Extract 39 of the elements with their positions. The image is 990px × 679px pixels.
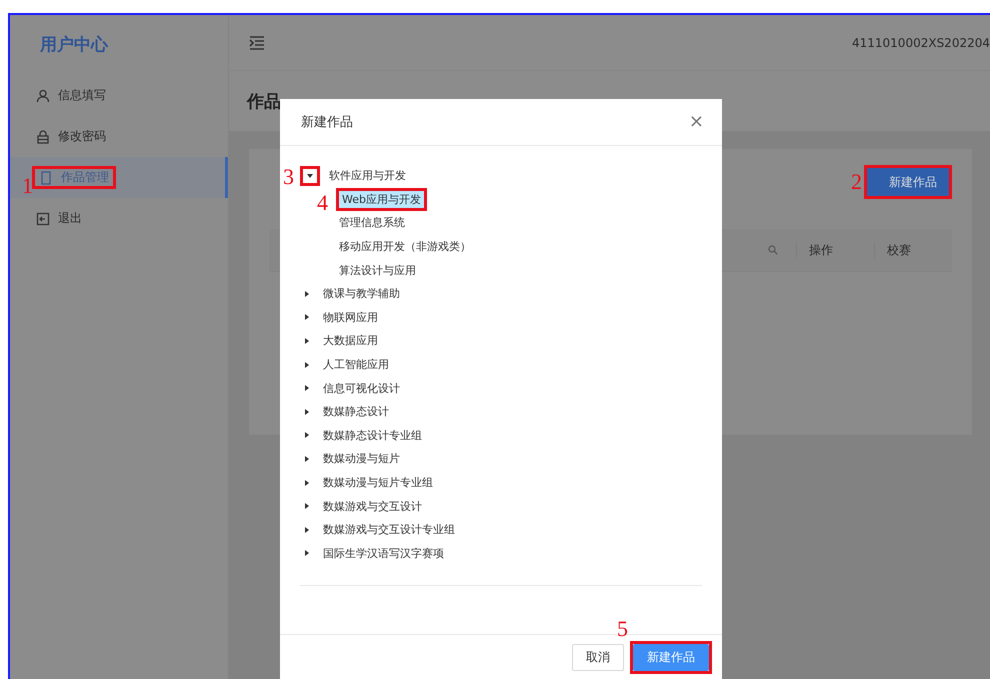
tree-item[interactable]: 移动应用开发（非游戏类）: [336, 238, 474, 256]
close-icon[interactable]: ×: [688, 113, 704, 131]
menu-item[interactable]: 信息填写: [32, 87, 110, 104]
tree-item[interactable]: 算法设计与应用: [336, 262, 419, 279]
tree-item[interactable]: 数媒游戏与交互设计: [320, 498, 425, 515]
tree-item[interactable]: 数媒游戏与交互设计专业组: [320, 521, 458, 538]
lock-icon: [36, 130, 50, 144]
annotation-number: 4: [317, 192, 328, 214]
tree-item[interactable]: 国际生学汉语写汉字赛项: [320, 544, 447, 562]
tree-item[interactable]: 大数据应用: [320, 332, 381, 350]
tree-item[interactable]: 数媒动漫与短片专业组: [320, 474, 436, 492]
column-header: 校赛: [874, 242, 952, 258]
tree-item[interactable]: 人工智能应用: [320, 356, 392, 374]
annotation-number: 5: [617, 618, 628, 640]
document-icon: [39, 170, 53, 184]
page-title: 作品: [247, 90, 281, 112]
tree-item[interactable]: 数媒静态设计: [320, 403, 392, 420]
cancel-button[interactable]: 取消: [572, 644, 624, 670]
tree-item[interactable]: 数媒动漫与短片: [320, 450, 403, 468]
menu-icon[interactable]: [249, 36, 265, 50]
app-title: 用户中心: [38, 34, 110, 57]
annotation-number: 2: [851, 171, 862, 193]
dialog-title: 新建作品: [301, 114, 353, 131]
tree-item[interactable]: 管理信息系统: [336, 214, 408, 232]
tree-item[interactable]: 微课与教学辅助: [320, 285, 403, 302]
person-icon: [36, 88, 50, 102]
tree-item[interactable]: 物联网应用: [320, 308, 381, 326]
user-id: 4111010002XS202204: [852, 36, 990, 50]
tree-item[interactable]: Web应用与开发: [339, 190, 424, 208]
tree-item[interactable]: 数媒静态设计专业组: [320, 426, 425, 444]
logout-icon: [36, 212, 50, 226]
menu-item[interactable]: 修改密码: [32, 128, 110, 145]
tree-item[interactable]: 软件应用与开发: [326, 167, 409, 184]
new-work-button[interactable]: 新建作品: [867, 168, 949, 196]
column-header: 操作: [796, 242, 874, 258]
tree-item[interactable]: 信息可视化设计: [320, 380, 403, 397]
annotation-number: 3: [283, 166, 294, 188]
menu-item[interactable]: 退出: [32, 210, 86, 227]
annotation-number: 1: [22, 175, 33, 197]
